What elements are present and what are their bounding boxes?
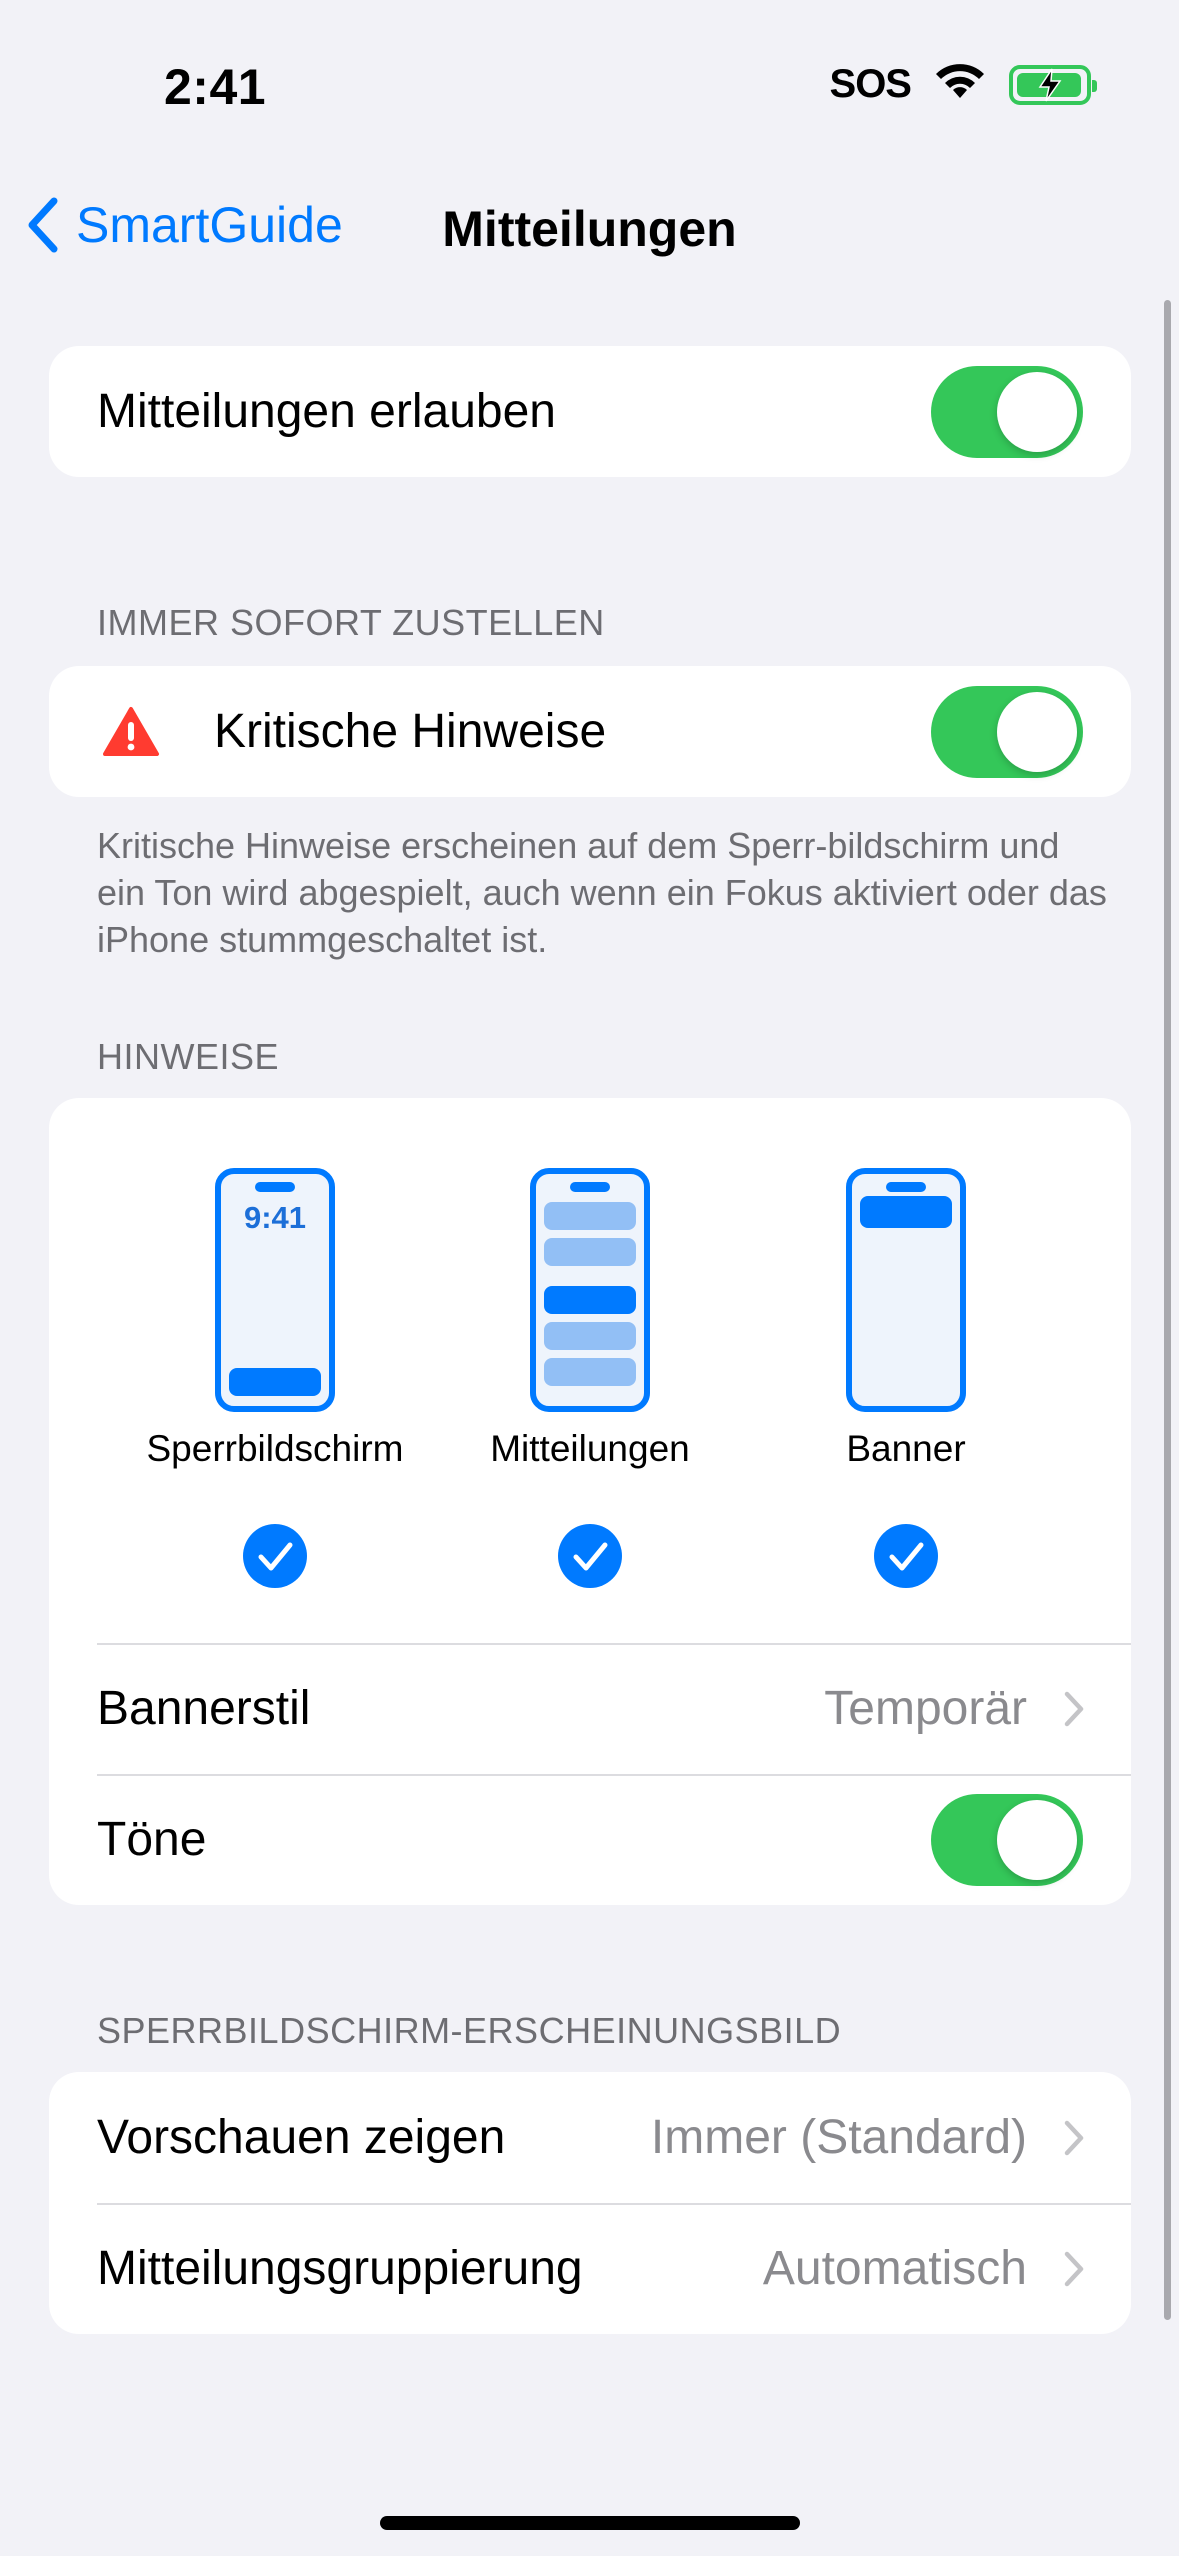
status-indicators: SOS bbox=[829, 62, 1097, 107]
sounds-label: Töne bbox=[97, 1813, 207, 1866]
alert-style-label: Mitteilungen bbox=[490, 1428, 690, 1469]
sounds-row: Töne bbox=[49, 1774, 1131, 1905]
critical-alerts-toggle[interactable] bbox=[931, 685, 1083, 778]
critical-alerts-card: Kritische Hinweise bbox=[49, 666, 1131, 797]
divider bbox=[97, 1774, 1131, 1776]
status-time: 2:41 bbox=[164, 59, 267, 115]
notification-grouping-row[interactable]: Mitteilungsgruppierung Automatisch bbox=[49, 2203, 1131, 2334]
section-header-alerts: HINWEISE bbox=[97, 1036, 280, 1077]
alerts-card: 9:41 Sperrbildschirm Mitteilungen Banner… bbox=[49, 1098, 1131, 1905]
navigation-bar: SmartGuide Mitteilungen bbox=[0, 180, 1179, 270]
sos-indicator: SOS bbox=[829, 62, 912, 106]
chevron-right-icon bbox=[1064, 1691, 1084, 1726]
section-header-lockscreen: SPERRBILDSCHIRM-ERSCHEINUNGSBILD bbox=[97, 2010, 842, 2051]
warning-triangle-icon bbox=[103, 707, 159, 756]
alert-style-label: Sperrbildschirm bbox=[146, 1428, 404, 1469]
critical-alerts-footnote: Kritische Hinweise erscheinen auf dem Sp… bbox=[97, 825, 1107, 960]
notification-grouping-value: Automatisch bbox=[762, 2242, 1027, 2295]
chevron-right-icon bbox=[1064, 2251, 1084, 2286]
allow-notifications-row: Mitteilungen erlauben bbox=[49, 346, 1131, 477]
charging-bolt-icon bbox=[1038, 68, 1062, 101]
banner-style-value: Temporär bbox=[824, 1682, 1027, 1735]
notification-grouping-label: Mitteilungsgruppierung bbox=[97, 2242, 583, 2295]
wifi-icon bbox=[933, 62, 987, 107]
divider bbox=[97, 1643, 1131, 1645]
scroll-indicator[interactable] bbox=[1164, 300, 1171, 2320]
lockscreen-preview-time: 9:41 bbox=[244, 1200, 306, 1235]
critical-alerts-label: Kritische Hinweise bbox=[214, 705, 607, 758]
chevron-right-icon bbox=[1064, 2120, 1084, 2155]
show-previews-label: Vorschauen zeigen bbox=[97, 2111, 506, 2164]
allow-notifications-toggle[interactable] bbox=[931, 365, 1083, 458]
banner-style-label: Bannerstil bbox=[97, 1682, 311, 1735]
checkmark-circle-icon bbox=[558, 1524, 622, 1588]
page-title: Mitteilungen bbox=[442, 201, 737, 257]
show-previews-row[interactable]: Vorschauen zeigen Immer (Standard) bbox=[49, 2072, 1131, 2203]
battery-icon bbox=[1009, 64, 1097, 105]
show-previews-value: Immer (Standard) bbox=[650, 2111, 1027, 2164]
alert-style-label: Banner bbox=[846, 1428, 966, 1469]
divider bbox=[97, 2203, 1131, 2205]
allow-notifications-label: Mitteilungen erlauben bbox=[97, 385, 556, 438]
critical-alerts-row: Kritische Hinweise bbox=[49, 666, 1131, 797]
home-indicator[interactable] bbox=[380, 2516, 800, 2530]
notification-settings-screen: 2:41 SOS SmartGuide Mitteilungen Mitteil… bbox=[0, 0, 1179, 2556]
checkmark-circle-icon bbox=[874, 1524, 938, 1588]
checkmark-circle-icon bbox=[243, 1524, 307, 1588]
sounds-toggle[interactable] bbox=[931, 1793, 1083, 1886]
banner-style-row[interactable]: Bannerstil Temporär bbox=[49, 1643, 1131, 1774]
lockscreen-phone-icon: 9:41 bbox=[215, 1168, 335, 1412]
alert-styles: 9:41 Sperrbildschirm Mitteilungen Banner bbox=[49, 1098, 1131, 1643]
lockscreen-appearance-card: Vorschauen zeigen Immer (Standard) Mitte… bbox=[49, 2072, 1131, 2334]
notification-center-phone-icon bbox=[530, 1168, 650, 1412]
banner-phone-icon bbox=[846, 1168, 966, 1412]
section-header-immediate: IMMER SOFORT ZUSTELLEN bbox=[97, 602, 605, 643]
allow-notifications-card: Mitteilungen erlauben bbox=[49, 346, 1131, 477]
